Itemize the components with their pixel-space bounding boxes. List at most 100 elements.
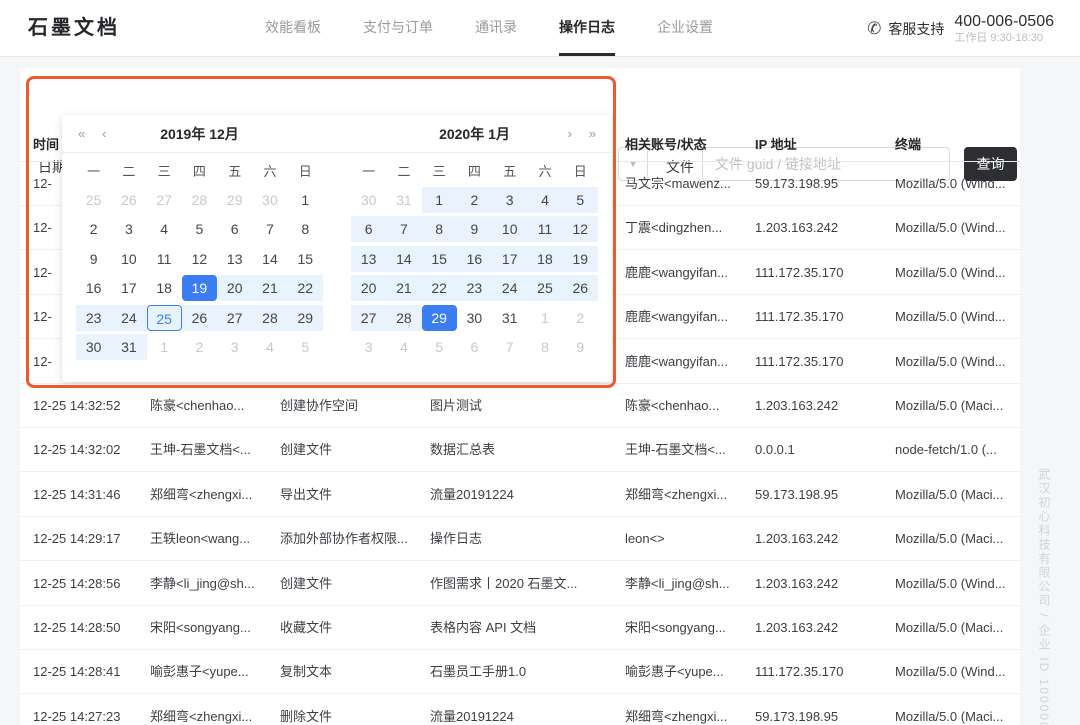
calendar-day[interactable]: 6 [217,215,252,245]
calendar-day[interactable]: 11 [147,244,182,274]
calendar-day[interactable]: 5 [563,185,598,215]
calendar-day[interactable]: 1 [422,185,457,215]
calendar-day[interactable]: 27 [147,185,182,215]
calendar-day[interactable]: 23 [76,303,111,333]
calendar-day[interactable]: 1 [147,333,182,363]
calendar-day[interactable]: 2 [182,333,217,363]
calendar-day[interactable]: 16 [457,244,492,274]
calendar-day[interactable]: 25 [527,274,562,304]
calendar-day[interactable]: 3 [111,215,146,245]
calendar-day[interactable]: 21 [386,274,421,304]
weekday-label: 四 [182,158,217,185]
calendar-day[interactable]: 4 [386,333,421,363]
calendar-day[interactable]: 23 [457,274,492,304]
nav-item-3[interactable]: 操作日志 [559,0,615,56]
calendar-day[interactable]: 25 [76,185,111,215]
calendar-day[interactable]: 15 [422,244,457,274]
calendar-day[interactable]: 13 [351,244,386,274]
table-cell: 12-25 14:32:02 [33,428,120,472]
calendar-day[interactable]: 21 [252,274,287,304]
calendar-day[interactable]: 8 [527,333,562,363]
calendar-day[interactable]: 3 [351,333,386,363]
calendar-day[interactable]: 2 [563,303,598,333]
calendar-day[interactable]: 14 [386,244,421,274]
calendar-day[interactable]: 13 [217,244,252,274]
table-cell: 删除文件 [280,695,332,725]
calendar-day[interactable]: 3 [492,185,527,215]
table-cell: 12-25 14:28:56 [33,562,120,606]
calendar-day[interactable]: 10 [111,244,146,274]
calendar-day[interactable]: 5 [182,215,217,245]
calendar-day[interactable]: 20 [217,274,252,304]
calendar-day[interactable]: 26 [182,303,217,333]
calendar-day[interactable]: 28 [386,303,421,333]
calendar-day[interactable]: 5 [288,333,323,363]
calendar-day[interactable]: 8 [422,215,457,245]
next-year-icon[interactable]: » [589,115,596,153]
nav-item-0[interactable]: 效能看板 [265,0,321,56]
calendar-day[interactable]: 18 [147,274,182,304]
calendar-day[interactable]: 26 [111,185,146,215]
calendar-day[interactable]: 7 [492,333,527,363]
calendar-day[interactable]: 7 [252,215,287,245]
calendar-day[interactable]: 14 [252,244,287,274]
calendar-day[interactable]: 29 [422,303,457,333]
calendar-day[interactable]: 30 [457,303,492,333]
calendar-day[interactable]: 4 [527,185,562,215]
calendar-day[interactable]: 18 [527,244,562,274]
calendar-day[interactable]: 9 [457,215,492,245]
date-range-calendar: « ‹ 2019年 12月 2020年 1月 › » 一二三四五六日252627… [62,115,612,382]
calendar-day[interactable]: 27 [351,303,386,333]
calendar-day[interactable]: 24 [492,274,527,304]
calendar-day[interactable]: 9 [76,244,111,274]
nav-item-1[interactable]: 支付与订单 [363,0,433,56]
nav-item-4[interactable]: 企业设置 [657,0,713,56]
calendar-day[interactable]: 30 [76,333,111,363]
calendar-day[interactable]: 19 [563,244,598,274]
calendar-day[interactable]: 1 [288,185,323,215]
table-cell: 12-25 14:31:46 [33,473,120,517]
calendar-day[interactable]: 5 [422,333,457,363]
calendar-day[interactable]: 22 [288,274,323,304]
calendar-day[interactable]: 12 [182,244,217,274]
calendar-day[interactable]: 25 [147,303,182,333]
calendar-day[interactable]: 1 [527,303,562,333]
support-label: 客服支持 [888,19,944,39]
calendar-day[interactable]: 31 [386,185,421,215]
calendar-day[interactable]: 6 [457,333,492,363]
calendar-day[interactable]: 30 [351,185,386,215]
calendar-day[interactable]: 4 [252,333,287,363]
calendar-day[interactable]: 27 [217,303,252,333]
calendar-day[interactable]: 28 [182,185,217,215]
nav-item-2[interactable]: 通讯录 [475,0,517,56]
calendar-day[interactable]: 4 [147,215,182,245]
calendar-day[interactable]: 15 [288,244,323,274]
calendar-day[interactable]: 8 [288,215,323,245]
calendar-day[interactable]: 9 [563,333,598,363]
calendar-day[interactable]: 29 [217,185,252,215]
calendar-day[interactable]: 10 [492,215,527,245]
calendar-day[interactable]: 20 [351,274,386,304]
calendar-day[interactable]: 7 [386,215,421,245]
calendar-day[interactable]: 16 [76,274,111,304]
next-month-icon[interactable]: › [568,115,572,153]
calendar-day[interactable]: 31 [492,303,527,333]
calendar-day[interactable]: 17 [492,244,527,274]
calendar-day[interactable]: 22 [422,274,457,304]
calendar-day[interactable]: 2 [457,185,492,215]
calendar-day[interactable]: 17 [111,274,146,304]
calendar-day[interactable]: 3 [217,333,252,363]
calendar-day[interactable]: 26 [563,274,598,304]
table-row: 12-25 14:28:50宋阳<songyang...收藏文件表格内容 API… [20,606,1020,650]
calendar-day[interactable]: 12 [563,215,598,245]
calendar-day[interactable]: 6 [351,215,386,245]
calendar-day[interactable]: 30 [252,185,287,215]
calendar-day[interactable]: 31 [111,333,146,363]
calendar-day[interactable]: 2 [76,215,111,245]
calendar-day[interactable]: 19 [182,274,217,304]
calendar-day[interactable]: 28 [252,303,287,333]
calendar-day[interactable]: 29 [288,303,323,333]
calendar-day[interactable]: 24 [111,303,146,333]
calendar-day[interactable]: 11 [527,215,562,245]
table-cell: 1.203.163.242 [755,384,838,428]
